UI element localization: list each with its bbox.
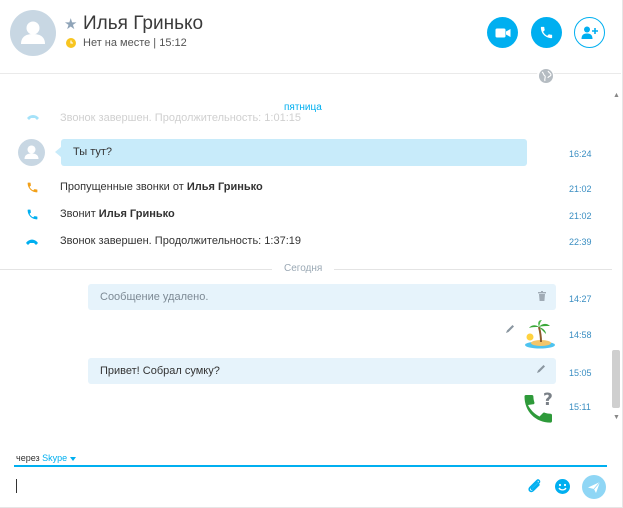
chevron-down-icon[interactable] — [70, 456, 77, 461]
message-time: 15:05 — [569, 368, 592, 378]
day-label-today: Сегодня — [272, 263, 335, 274]
deleted-message-bubble[interactable]: Сообщение удалено. — [88, 284, 556, 310]
svg-text:?: ? — [543, 391, 553, 410]
send-button[interactable] — [582, 475, 606, 499]
incoming-message-bubble[interactable]: Ты тут? — [55, 139, 527, 166]
send-via-selector[interactable]: через Skype — [16, 453, 77, 463]
trash-icon — [538, 291, 546, 304]
event-contact-name: Илья Гринько — [98, 208, 175, 220]
message-time: 16:24 — [569, 149, 592, 159]
attach-file-button[interactable] — [527, 478, 542, 499]
status-text: Нет на месте | 15:12 — [83, 37, 187, 49]
conversation-header: ★ Илья Гринько Нет на месте | 15:12 — [0, 0, 621, 74]
video-camera-icon — [495, 28, 510, 37]
event-text: Пропущенные звонки от — [60, 181, 187, 193]
contact-avatar-small[interactable] — [18, 139, 45, 166]
faded-event-text: Звонок завершен. Продолжительность: 1:01… — [60, 112, 301, 124]
event-contact-name: Илья Гринько — [186, 181, 263, 193]
incoming-call-icon — [25, 207, 39, 221]
message-time: 14:27 — [569, 294, 592, 304]
call-ended-icon — [26, 112, 40, 124]
smiley-icon — [558, 483, 567, 491]
add-person-icon — [581, 26, 598, 39]
incoming-call-row: Звонит Илья Гринько — [0, 207, 600, 223]
send-arrow-icon — [588, 481, 601, 493]
person-icon — [21, 21, 45, 44]
chat-scrollbar[interactable]: ▲ ▼ — [610, 88, 622, 423]
favorite-star-icon[interactable]: ★ — [64, 15, 77, 33]
contact-name[interactable]: Илья Гринько — [83, 13, 203, 35]
paperclip-icon — [528, 479, 541, 493]
message-history[interactable]: пятница Звонок завершен. Продолжительнос… — [0, 76, 612, 432]
text-cursor — [16, 479, 17, 493]
event-time: 21:02 — [569, 184, 592, 194]
call-ended-icon — [25, 234, 39, 248]
via-service[interactable]: Skype — [42, 453, 67, 463]
island-emoticon[interactable] — [524, 319, 556, 349]
message-text: Ты тут? — [73, 146, 113, 158]
message-input[interactable] — [14, 470, 514, 502]
add-people-button[interactable] — [574, 17, 605, 48]
contact-avatar[interactable] — [10, 10, 56, 56]
outgoing-message-bubble[interactable]: Привет! Собрал сумку? — [88, 358, 556, 384]
message-time: 14:58 — [569, 330, 592, 340]
event-text: Звонок завершен. Продолжительность: 1:37… — [60, 235, 301, 247]
phone-icon — [540, 26, 553, 39]
compose-divider — [14, 465, 607, 467]
scroll-down-arrow-icon[interactable]: ▼ — [613, 414, 620, 421]
faded-call-ended-row: Звонок завершен. Продолжительность: 1:01… — [0, 112, 600, 124]
edit-pencil-icon[interactable] — [536, 364, 546, 377]
scrollbar-thumb[interactable] — [612, 350, 620, 408]
island-icon — [525, 320, 555, 349]
video-call-button[interactable] — [487, 17, 518, 48]
clock-icon — [70, 40, 73, 44]
chat-window: ★ Илья Гринько Нет на месте | 15:12 пятн… — [0, 0, 623, 508]
message-time: 15:11 — [569, 402, 591, 412]
message-text: Сообщение удалено. — [100, 291, 209, 303]
edit-pencil-icon[interactable] — [505, 321, 515, 339]
missed-call-icon — [25, 180, 39, 194]
event-text: Звонит — [60, 208, 99, 220]
away-status-icon — [66, 38, 76, 48]
audio-call-button[interactable] — [531, 17, 562, 48]
call-ended-row: Звонок завершен. Продолжительность: 1:37… — [0, 234, 600, 250]
via-label: через — [16, 453, 43, 463]
missed-calls-row: Пропущенные звонки от Илья Гринько — [0, 180, 600, 196]
phone-question-icon: ? — [524, 390, 553, 423]
person-icon — [24, 145, 39, 159]
emoticon-button[interactable] — [555, 479, 570, 494]
event-time: 21:02 — [569, 211, 592, 221]
scroll-up-arrow-icon[interactable]: ▲ — [613, 92, 620, 99]
message-text: Привет! Собрал сумку? — [100, 365, 220, 377]
phone-question-emoticon[interactable]: ? — [523, 390, 557, 425]
event-time: 22:39 — [569, 237, 592, 247]
